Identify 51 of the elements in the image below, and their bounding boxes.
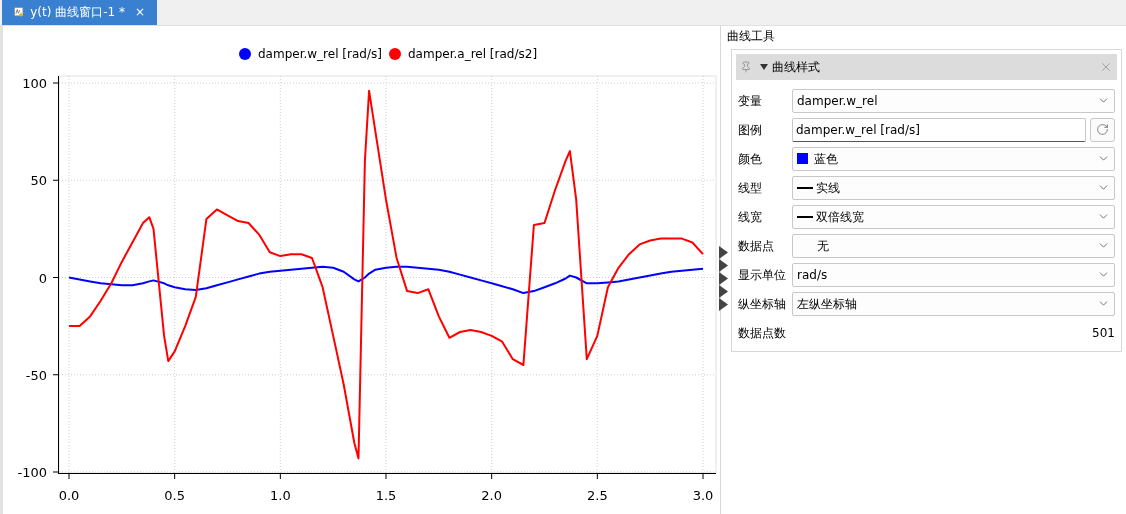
panel-title: 曲线工具 — [727, 28, 776, 45]
color-dropdown[interactable]: 蓝色 — [792, 146, 1115, 171]
line-sample-icon — [797, 215, 813, 218]
expand-arrow-icon[interactable] — [719, 298, 728, 311]
property-label: 颜色 — [738, 150, 763, 168]
expand-arrow-icon[interactable] — [719, 246, 728, 259]
y-tick-label: -50 — [25, 367, 47, 383]
dropdown-value: 实线 — [816, 179, 840, 197]
legend-marker-icon — [389, 48, 401, 60]
legend-label: damper.w_rel [rad/s] — [258, 47, 382, 61]
x-tick-label: 1.5 — [375, 488, 397, 503]
y-tick-label: -100 — [17, 465, 47, 480]
dropdown[interactable]: 无 — [792, 233, 1115, 258]
tab-close[interactable]: × — [134, 3, 145, 21]
property-value: 501 — [1092, 324, 1115, 342]
x-tick-label: 0.5 — [164, 488, 185, 503]
line-sample-icon — [797, 186, 813, 189]
dropdown-value: 蓝色 — [814, 150, 838, 168]
x-tick-label: 1.0 — [270, 488, 291, 503]
expand-arrow-icon[interactable] — [719, 272, 728, 285]
dropdown[interactable]: 左纵坐标轴 — [792, 291, 1115, 316]
line-dropdown[interactable]: 实线 — [792, 175, 1115, 200]
expand-arrow-icon[interactable] — [719, 259, 728, 272]
property-label: 线宽 — [738, 208, 763, 226]
property-label: 线型 — [738, 179, 763, 197]
property-label: 纵坐标轴 — [738, 295, 787, 313]
legend-marker-icon — [239, 48, 251, 60]
legend-input-field[interactable]: damper.w_rel [rad/s] — [792, 117, 1086, 142]
property-label: 数据点 — [738, 237, 775, 255]
collapse-triangle-icon — [760, 64, 768, 70]
document-tab[interactable]: y(t) 曲线窗口-1 * × — [2, 0, 157, 25]
line-dropdown[interactable]: 双倍线宽 — [792, 204, 1115, 229]
dropdown-value: 双倍线宽 — [816, 208, 864, 226]
property-label: 图例 — [738, 121, 763, 139]
y-tick-label: 100 — [22, 76, 47, 91]
property-label: 显示单位 — [738, 266, 787, 284]
dropdown[interactable]: rad/s — [792, 262, 1115, 287]
x-tick-label: 3.0 — [692, 488, 714, 503]
x-tick-label: 0.0 — [58, 488, 80, 503]
y-tick-label: 0 — [38, 270, 47, 286]
tab-title: y(t) 曲线窗口-1 * — [30, 4, 125, 21]
property-label: 数据点数 — [738, 324, 787, 342]
dropdown[interactable]: damper.w_rel — [792, 88, 1115, 113]
property-label: 变量 — [738, 92, 763, 110]
x-tick-label: 2.5 — [587, 488, 608, 503]
x-tick-label: 2.0 — [481, 488, 502, 503]
y-tick-label: 50 — [30, 173, 47, 189]
refresh-icon — [1096, 123, 1109, 136]
section-title: 曲线样式 — [772, 59, 820, 76]
legend-label: damper.a_rel [rad/s2] — [408, 47, 538, 61]
expand-arrow-icon[interactable] — [719, 285, 728, 298]
